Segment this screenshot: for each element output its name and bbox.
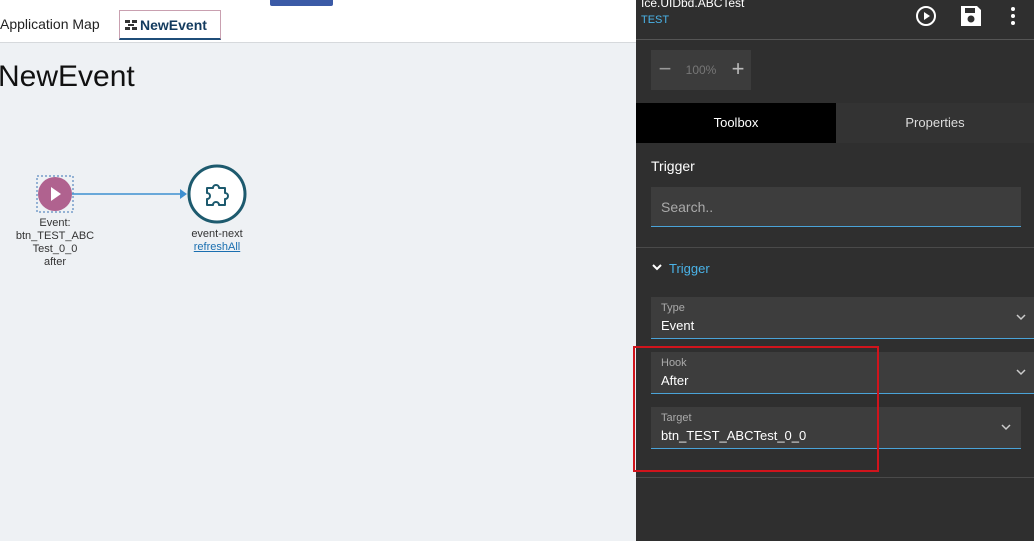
event-node-line: after xyxy=(43,256,66,268)
highlight-annotation xyxy=(633,346,879,472)
divider xyxy=(636,477,1034,478)
feedback-button[interactable] xyxy=(270,0,333,6)
event-flow-diagram: Event: btn_TEST_ABC Test_0_0 after event… xyxy=(0,150,300,290)
zoom-in-button[interactable]: + xyxy=(727,56,749,82)
page-title: NewEvent xyxy=(0,60,135,93)
tab-bar: Application Map NewEvent xyxy=(0,0,636,43)
action-node[interactable] xyxy=(187,164,247,224)
type-select[interactable]: Type Event xyxy=(651,297,1034,339)
designer-canvas-area: Application Map NewEvent NewEvent Event:… xyxy=(0,0,636,541)
zoom-control: − 100% + xyxy=(651,50,751,90)
action-node-link[interactable]: refreshAll xyxy=(177,241,257,254)
action-node-label: event-next refreshAll xyxy=(177,228,257,254)
tab-newevent[interactable]: NewEvent xyxy=(119,10,221,40)
tab-toolbox[interactable]: Toolbox xyxy=(636,103,836,143)
search-input[interactable] xyxy=(651,187,1021,226)
trigger-section-label: Trigger xyxy=(669,261,710,276)
layer-path: Ice.UIDbd.ABCTest xyxy=(641,0,745,10)
event-flow-icon xyxy=(125,20,137,30)
type-label: Type xyxy=(661,302,685,314)
chevron-down-icon xyxy=(1001,424,1011,431)
properties-panel: Ice.UIDbd.ABCTest TEST − 100% + Toolbox … xyxy=(633,0,1034,541)
tab-properties[interactable]: Properties xyxy=(836,103,1034,143)
search-box xyxy=(651,187,1021,227)
save-icon[interactable] xyxy=(959,4,983,28)
zoom-level: 100% xyxy=(685,63,717,77)
panel-tabs: Toolbox Properties xyxy=(636,103,1034,143)
event-node-label: Event: btn_TEST_ABC Test_0_0 after xyxy=(10,217,100,269)
zoom-out-button[interactable]: − xyxy=(654,56,676,82)
event-node-line: Event: xyxy=(39,217,71,229)
action-node-name: event-next xyxy=(191,228,243,240)
chevron-down-icon xyxy=(1016,369,1026,376)
panel-header: Ice.UIDbd.ABCTest TEST xyxy=(636,0,1034,40)
more-vert-icon[interactable] xyxy=(1001,4,1025,28)
type-value: Event xyxy=(661,318,695,333)
trigger-title: Trigger xyxy=(651,158,695,174)
trigger-section-toggle[interactable]: Trigger xyxy=(651,261,710,276)
chevron-down-icon xyxy=(1016,314,1026,321)
event-node[interactable] xyxy=(38,177,72,211)
divider xyxy=(636,247,1034,248)
app-name: TEST xyxy=(641,14,670,26)
event-node-line: btn_TEST_ABC xyxy=(15,230,95,242)
play-circle-icon[interactable] xyxy=(914,4,938,28)
chevron-down-icon xyxy=(652,264,662,271)
event-node-line: Test_0_0 xyxy=(32,243,78,255)
tab-application-map[interactable]: Application Map xyxy=(0,10,100,40)
connector-arrow xyxy=(180,189,187,199)
tab-newevent-label: NewEvent xyxy=(140,17,207,33)
